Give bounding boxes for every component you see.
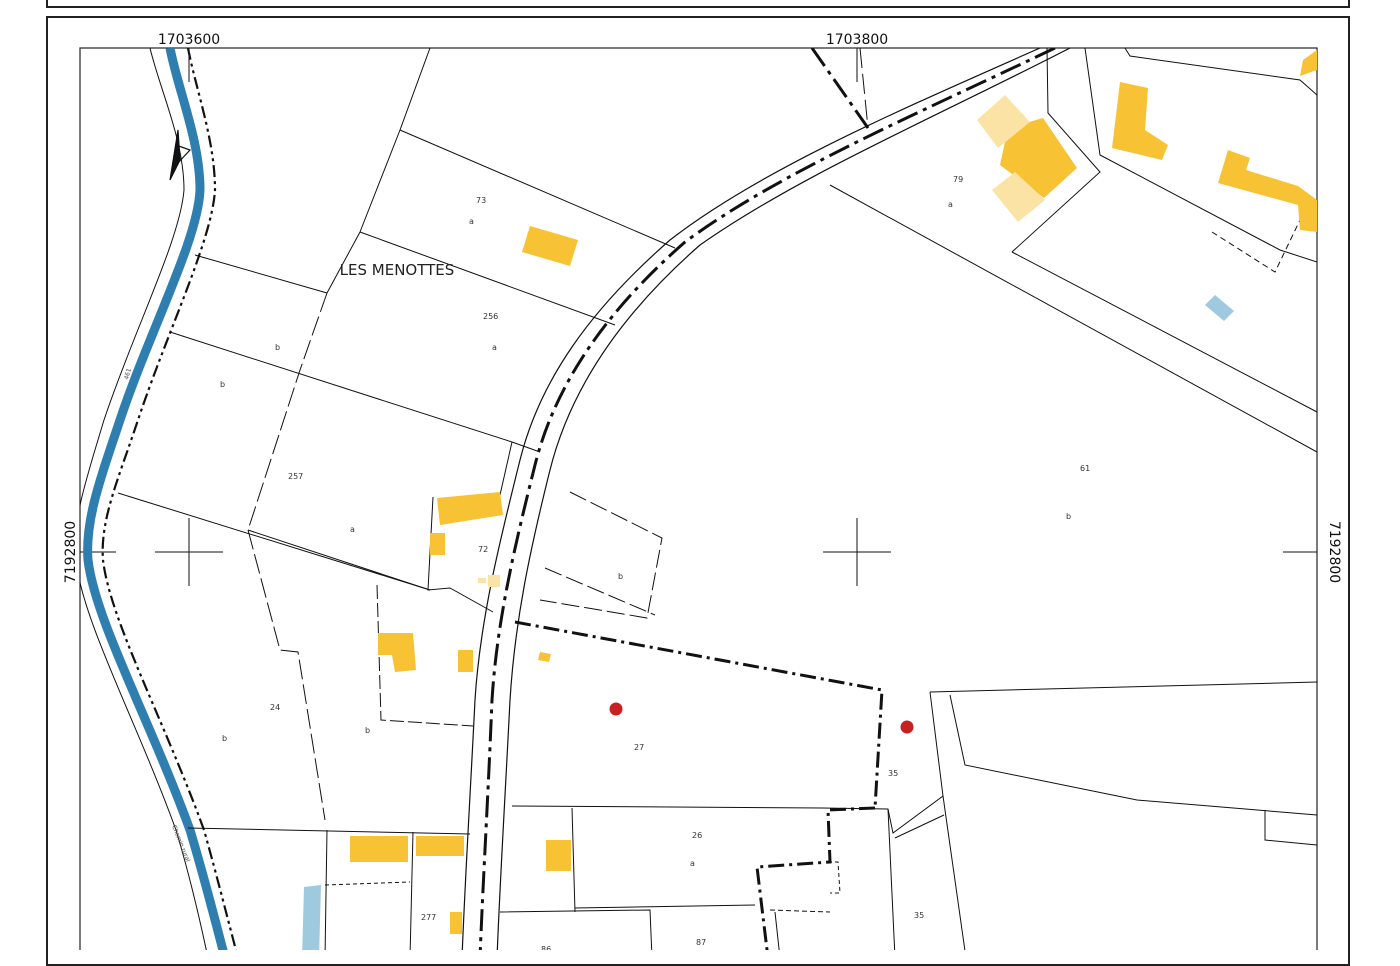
coord-left: 7192800 bbox=[63, 521, 79, 583]
parcel-number: 79 bbox=[953, 175, 963, 184]
parcel-number: 277 bbox=[421, 913, 436, 922]
place-name-label: LES MENOTTES bbox=[340, 261, 455, 279]
section-letter: b bbox=[618, 572, 623, 581]
section-letter: b bbox=[365, 726, 370, 735]
parcel-lines bbox=[117, 48, 1317, 950]
parcel-number: 26 bbox=[692, 831, 702, 840]
parcel-letter: a bbox=[350, 525, 355, 534]
parcel-letter: a bbox=[948, 200, 953, 209]
parcel-number: 61 bbox=[1080, 464, 1090, 473]
parcel-letter: a bbox=[469, 217, 474, 226]
buildings[interactable] bbox=[350, 50, 1317, 934]
parcel-number: 35 bbox=[888, 769, 898, 778]
coord-right: 7192800 bbox=[1326, 521, 1342, 583]
parcel-number: 257 bbox=[288, 472, 303, 481]
survey-marker-2[interactable] bbox=[900, 720, 914, 734]
parcel-number: 256 bbox=[483, 312, 498, 321]
parcel-number: 35 bbox=[914, 911, 924, 920]
parcel-number: 24 bbox=[270, 703, 280, 712]
parcel-number: 87 bbox=[696, 938, 706, 947]
coord-top-right: 1703800 bbox=[826, 32, 888, 48]
parcel-number: 72 bbox=[478, 545, 488, 554]
coord-top-left: 1703600 bbox=[158, 32, 220, 48]
section-letter: b bbox=[220, 380, 225, 389]
parcel-letter: a bbox=[690, 859, 695, 868]
map-inner-border bbox=[79, 47, 1318, 950]
parcel-number: 73 bbox=[476, 196, 486, 205]
parcel-labels: 73 a 256 a 257 a 72 24 b 27 35 35 26 a 2… bbox=[220, 175, 1090, 950]
parcel-letter: a bbox=[492, 343, 497, 352]
river bbox=[83, 48, 228, 950]
parcel-letter: b bbox=[222, 734, 227, 743]
buildings-light[interactable] bbox=[478, 95, 1045, 587]
road-centerline-boundary bbox=[478, 48, 1056, 950]
parcel-letter: b bbox=[1066, 512, 1071, 521]
survey-marker-1[interactable] bbox=[609, 702, 623, 716]
parcel-number: 86 bbox=[541, 945, 551, 950]
cadastral-map[interactable]: 1703600 1703800 7192800 7192800 LES MENO… bbox=[0, 0, 1400, 950]
parcel-number: 27 bbox=[634, 743, 644, 752]
north-arrow-icon bbox=[169, 129, 192, 181]
section-letter: b bbox=[275, 343, 280, 352]
lieudit-boundaries bbox=[514, 620, 884, 950]
